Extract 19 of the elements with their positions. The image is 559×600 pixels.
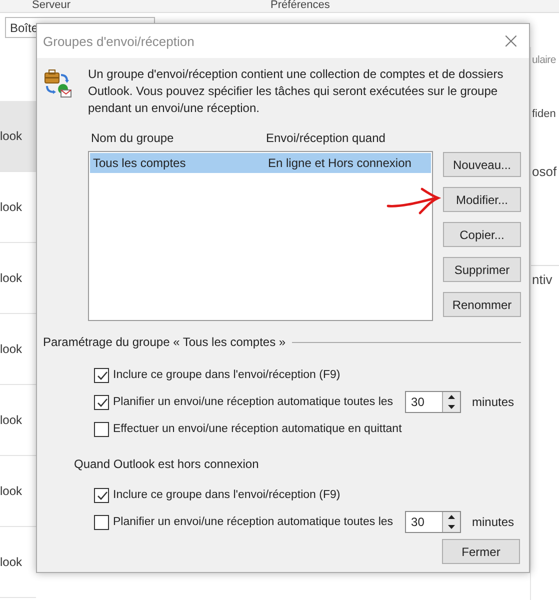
row-cell-text: Tous les comptes <box>92 156 187 170</box>
unit-label: minutes <box>472 515 514 529</box>
checkbox-label: Planifier un envoi/une réception automatique toutes les <box>113 396 394 408</box>
checkbox-label: Effectuer un envoi/une réception automatique en quittant <box>113 423 402 435</box>
column-header: Nom du groupe <box>90 131 175 147</box>
text-fragment: ntiv <box>531 265 559 287</box>
checkbox-label: Planifier un envoi/une réception automatique toutes les <box>113 516 394 528</box>
window-title: Groupes d'envoi/réception <box>43 34 194 48</box>
row-cell-text: En ligne et Hors connexion <box>268 156 412 170</box>
text-fragment: ulaire <box>531 54 557 66</box>
checkbox-label: Inclure ce groupe dans l'envoi/réception (F9) <box>113 369 340 381</box>
checkbox-label: Inclure ce groupe dans l'envoi/réception (F9) <box>113 489 340 501</box>
text-fragment: osof <box>531 164 558 179</box>
unit-label: minutes <box>472 395 514 409</box>
text-fragment: fiden <box>531 108 557 120</box>
description-text: Un groupe d'envoi/réception contient une collection de comptes et de dossiers Outlook. Vous pouvez spécifier les tâches qui seront exécutées sur le groupe pendant un envoi/une réception. <box>88 66 504 117</box>
section-heading: Quand Outlook est hors connexion <box>73 457 260 471</box>
column-header: Envoi/réception quand <box>266 131 386 147</box>
section-heading: Paramétrage du groupe « Tous les comptes » <box>43 335 286 349</box>
